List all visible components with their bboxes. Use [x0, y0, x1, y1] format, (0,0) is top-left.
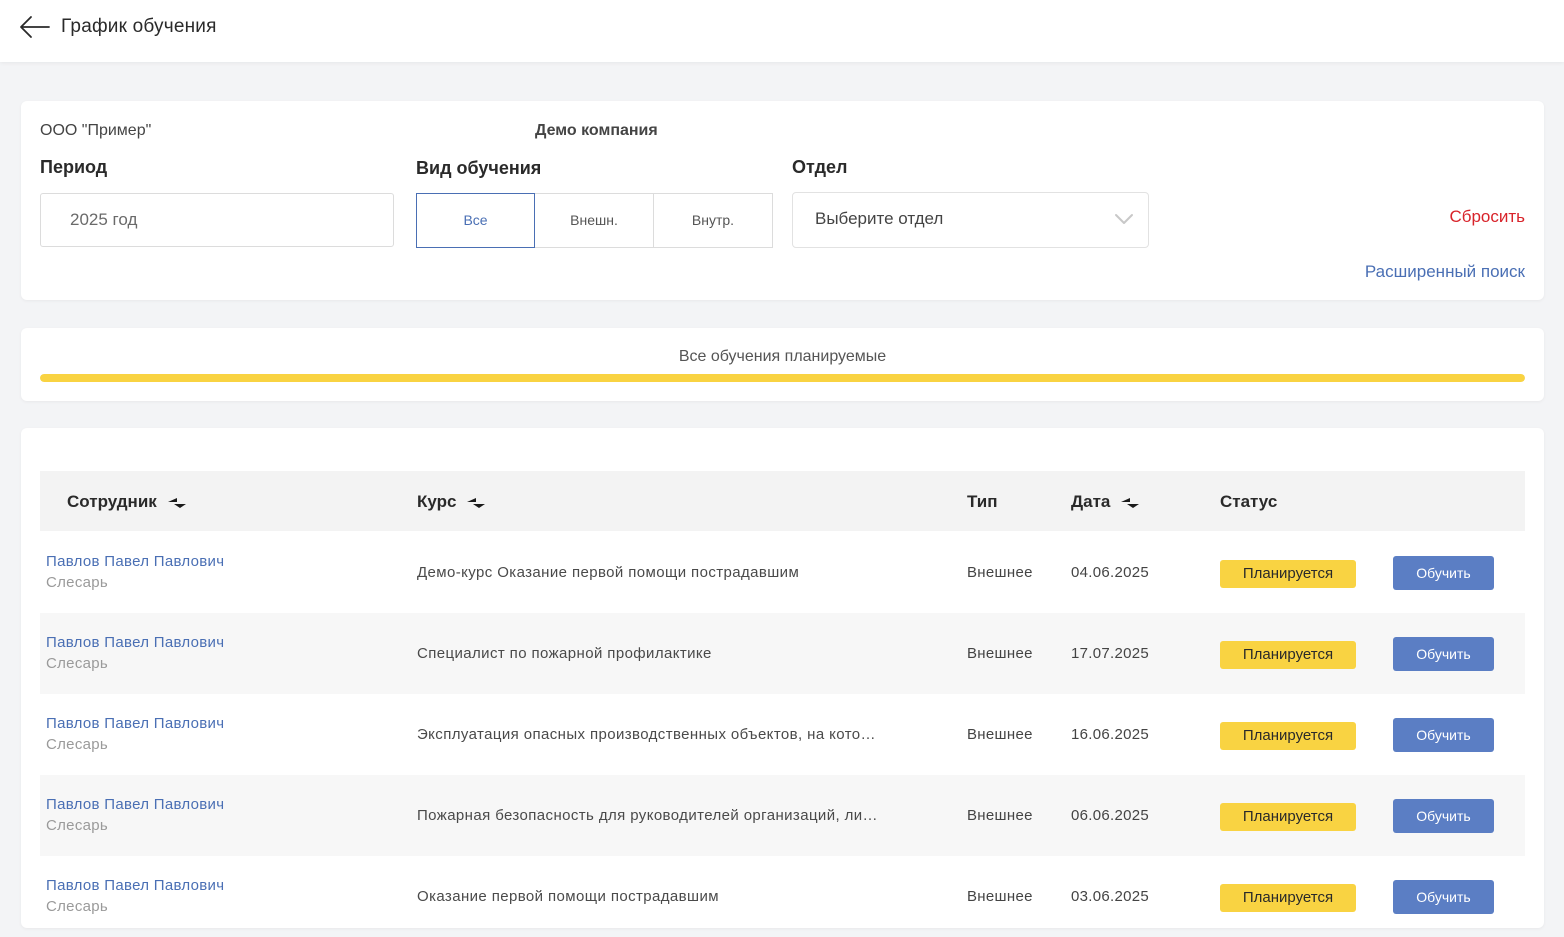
summary-panel: Все обучения планируемые [21, 328, 1544, 401]
type-option-all[interactable]: Все [416, 193, 535, 248]
column-type: Тип [967, 492, 998, 511]
training-date: 06.06.2025 [1071, 807, 1150, 824]
column-course[interactable]: Курс [417, 492, 486, 512]
train-button[interactable]: Обучить [1393, 799, 1494, 833]
column-date-label: Дата [1071, 492, 1111, 511]
progress-fill [40, 374, 1525, 382]
table-row: Павлов Павел Павлович Слесарь Эксплуатац… [40, 694, 1525, 775]
department-select[interactable]: Выберите отдел [792, 192, 1149, 248]
employee-name-link[interactable]: Павлов Павел Павлович [46, 877, 224, 894]
employee-name-link[interactable]: Павлов Павел Павлович [46, 553, 224, 570]
course-name: Эксплуатация опасных производственных об… [417, 726, 876, 743]
training-type: Внешнее [967, 564, 1033, 581]
training-type-label: Вид обучения [416, 158, 542, 178]
status-badge: Планируется [1220, 722, 1356, 750]
sort-icon [467, 497, 486, 508]
train-button[interactable]: Обучить [1393, 718, 1494, 752]
department-label: Отдел [792, 157, 848, 177]
status-badge: Планируется [1220, 560, 1356, 588]
table-header: Сотрудник Курс Тип Дата Статус [40, 471, 1525, 531]
employee-name-link[interactable]: Павлов Павел Павлович [46, 715, 224, 732]
status-badge: Планируется [1220, 803, 1356, 831]
training-date: 03.06.2025 [1071, 888, 1150, 905]
status-badge: Планируется [1220, 884, 1356, 912]
training-type: Внешнее [967, 726, 1033, 743]
employee-name-link[interactable]: Павлов Павел Павлович [46, 796, 224, 813]
training-table: Сотрудник Курс Тип Дата Статус Павлов Па… [21, 428, 1544, 928]
train-button[interactable]: Обучить [1393, 880, 1494, 914]
employee-position: Слесарь [46, 898, 109, 915]
training-date: 17.07.2025 [1071, 645, 1150, 662]
reset-link[interactable]: Сбросить [1449, 207, 1525, 227]
filters-panel: ООО "Пример" Демо компания Период 2025 г… [21, 101, 1544, 300]
chevron-down-icon [1115, 214, 1133, 224]
column-course-label: Курс [417, 492, 457, 511]
column-status: Статус [1220, 492, 1278, 511]
course-name: Специалист по пожарной профилактике [417, 645, 712, 662]
employee-position: Слесарь [46, 817, 109, 834]
table-row: Павлов Павел Павлович Слесарь Оказание п… [40, 856, 1525, 937]
employee-position: Слесарь [46, 736, 109, 753]
training-type: Внешнее [967, 888, 1033, 905]
course-name: Оказание первой помощи пострадавшим [417, 888, 719, 905]
type-option-external[interactable]: Внешн. [534, 193, 654, 248]
column-employee[interactable]: Сотрудник [67, 492, 186, 512]
column-employee-label: Сотрудник [67, 492, 157, 511]
train-button[interactable]: Обучить [1393, 637, 1494, 671]
type-option-internal[interactable]: Внутр. [653, 193, 773, 248]
status-badge: Планируется [1220, 641, 1356, 669]
company-name: Демо компания [535, 122, 658, 139]
course-name: Пожарная безопасность для руководителей … [417, 807, 878, 824]
employee-position: Слесарь [46, 574, 109, 591]
department-select-value: Выберите отдел [815, 209, 944, 228]
employee-position: Слесарь [46, 655, 109, 672]
back-button[interactable] [18, 14, 52, 40]
sort-icon [167, 497, 186, 508]
training-type: Внешнее [967, 807, 1033, 824]
arrow-left-icon [20, 16, 50, 38]
table-row: Павлов Павел Павлович Слесарь Специалист… [40, 613, 1525, 694]
employee-name-link[interactable]: Павлов Павел Павлович [46, 634, 224, 651]
page-title: График обучения [61, 16, 217, 37]
table-row: Павлов Павел Павлович Слесарь Демо-курс … [40, 532, 1525, 613]
sort-icon [1121, 497, 1140, 508]
period-field[interactable]: 2025 год [40, 193, 394, 247]
period-label: Период [40, 157, 108, 177]
course-name: Демо-курс Оказание первой помощи пострад… [417, 564, 800, 581]
training-type: Внешнее [967, 645, 1033, 662]
table-row: Павлов Павел Павлович Слесарь Пожарная б… [40, 775, 1525, 856]
summary-label: Все обучения планируемые [678, 348, 887, 365]
advanced-search-link[interactable]: Расширенный поиск [1365, 262, 1525, 282]
training-date: 16.06.2025 [1071, 726, 1150, 743]
top-bar: График обучения [0, 0, 1564, 62]
org-name: ООО "Пример" [40, 122, 152, 139]
train-button[interactable]: Обучить [1393, 556, 1494, 590]
progress-bar [40, 374, 1525, 382]
training-date: 04.06.2025 [1071, 564, 1150, 581]
column-date[interactable]: Дата [1071, 492, 1140, 512]
